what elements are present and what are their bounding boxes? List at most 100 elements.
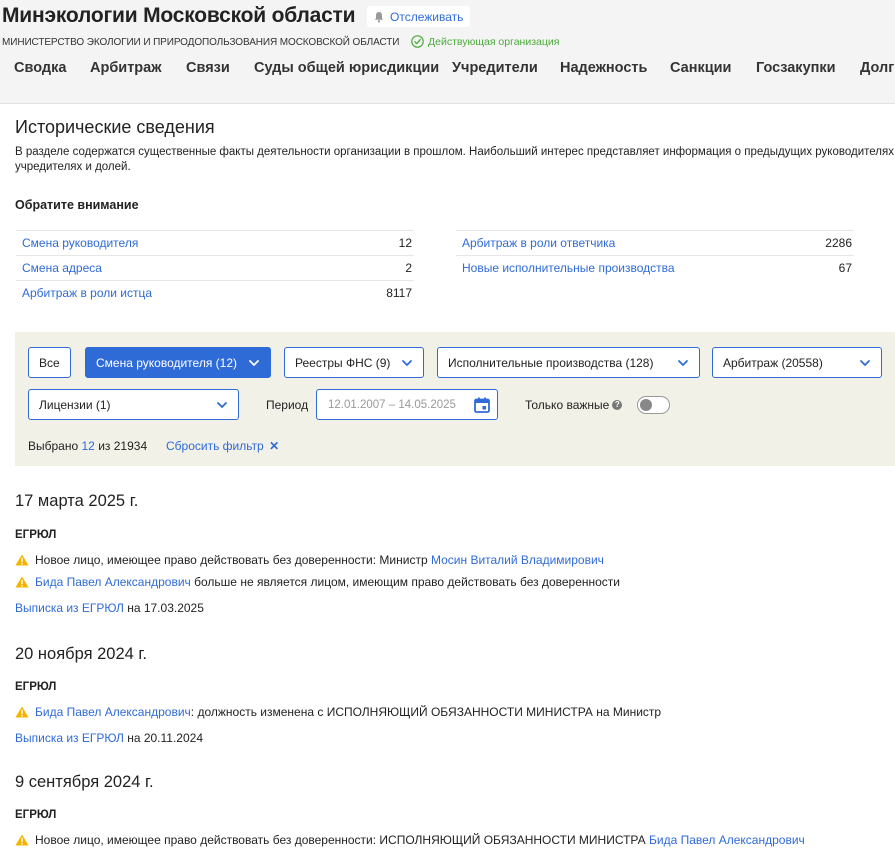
close-icon: ✕ [269, 439, 280, 453]
document-line: Выписка из ЕГРЮЛ на 17.03.2025 [15, 601, 204, 615]
chevron-down-icon [859, 357, 871, 369]
calendar-icon[interactable] [472, 395, 492, 415]
filter-licenses-dropdown[interactable]: Лицензии (1) [28, 389, 239, 420]
bell-icon [374, 11, 384, 22]
event-source: ЕГРЮЛ [15, 529, 57, 541]
check-circle-icon [411, 35, 424, 48]
section-title: Исторические сведения [15, 117, 215, 137]
only-important-toggle[interactable] [637, 396, 670, 414]
only-important-text: Только важные [525, 398, 610, 412]
person-link[interactable]: Мосин Виталий Владимирович [431, 553, 604, 567]
event-date: 20 ноября 2024 г. [15, 645, 147, 663]
warning-icon [15, 706, 29, 718]
attention-title: Обратите внимание [15, 198, 139, 212]
filter-fns-dropdown[interactable]: Реестры ФНС (9) [284, 347, 424, 378]
stat-link-arbitration-defendant[interactable]: Арбитраж в роли ответчика [462, 236, 615, 250]
warning-icon [15, 576, 29, 588]
event-line: Бида Павел Александрович: должность изме… [15, 705, 661, 719]
event-line: Новое лицо, имеющее право действовать бе… [15, 833, 805, 847]
main-content: Исторические сведения В разделе содержат… [2, 104, 895, 850]
stat-value: 8117 [386, 286, 412, 300]
page-title: Минэкологии Московской области [2, 4, 356, 27]
filter-manager-change-dropdown[interactable]: Смена руководителя (12) [85, 347, 271, 378]
period-input[interactable]: 12.01.2007 – 14.05.2025 [316, 389, 498, 420]
filter-label: Реестры ФНС (9) [295, 355, 391, 370]
org-full-name: МИНИСТЕРСТВО ЭКОЛОГИИ И ПРИРОДОПОЛЬЗОВАН… [2, 37, 400, 48]
warning-icon [15, 834, 29, 846]
nav-item-connections[interactable]: Связи [186, 60, 230, 76]
stat-row: Арбитраж в роли ответчика 2286 [456, 230, 854, 255]
nav-item-summary[interactable]: Сводка [14, 60, 66, 76]
filter-label: Арбитраж (20558) [723, 355, 823, 370]
event-date: 9 сентября 2024 г. [15, 773, 154, 791]
event-source: ЕГРЮЛ [15, 681, 57, 693]
selected-count-info: Выбрано 12 из 21934 [28, 439, 147, 453]
selected-count-link[interactable]: 12 [82, 439, 95, 453]
nav-item-reliability[interactable]: Надежность [560, 60, 647, 76]
person-link[interactable]: Бида Павел Александрович [35, 575, 191, 589]
period-placeholder: 12.01.2007 – 14.05.2025 [328, 398, 456, 411]
nav-item-general-courts[interactable]: Суды общей юрисдикции [254, 60, 439, 76]
status-badge: Действующая организация [411, 35, 559, 48]
chevron-down-icon [677, 357, 689, 369]
toggle-knob [640, 399, 652, 411]
document-line: Выписка из ЕГРЮЛ на 20.11.2024 [15, 731, 203, 745]
stat-link-address-change[interactable]: Смена адреса [22, 261, 102, 275]
stats-table-left: Смена руководителя 12 Смена адреса 2 Арб… [16, 230, 414, 305]
egrul-extract-link[interactable]: Выписка из ЕГРЮЛ [15, 731, 124, 745]
nav-item-arbitration[interactable]: Арбитраж [90, 60, 162, 76]
filter-label: Все [39, 355, 60, 370]
nav-item-sanctions[interactable]: Санкции [670, 60, 731, 76]
help-icon[interactable]: ? [612, 400, 623, 410]
stat-row: Смена адреса 2 [16, 255, 414, 280]
event-text: Новое лицо, имеющее право действовать бе… [35, 553, 428, 567]
filter-panel: Все Смена руководителя (12) Реестры ФНС … [15, 332, 895, 466]
stat-row: Новые исполнительные производства 67 [456, 255, 854, 280]
event-text: больше не является лицом, имеющим право … [194, 575, 620, 589]
person-link[interactable]: Бида Павел Александрович [649, 833, 805, 847]
status-label: Действующая организация [428, 35, 560, 48]
stat-value: 2286 [825, 236, 852, 250]
stat-link-enforcement[interactable]: Новые исполнительные производства [462, 261, 675, 275]
nav-item-debts[interactable]: Долги [860, 60, 895, 76]
filter-enforcement-dropdown[interactable]: Исполнительные производства (128) [437, 347, 700, 378]
filter-all-button[interactable]: Все [28, 347, 71, 378]
section-description: В разделе содержатся существенные факты … [15, 146, 895, 173]
nav-item-procurement[interactable]: Госзакупки [756, 60, 836, 76]
stat-value: 67 [838, 261, 852, 275]
chevron-down-icon [216, 399, 228, 411]
document-date: на 20.11.2024 [127, 731, 204, 745]
stats-table-right: Арбитраж в роли ответчика 2286 Новые исп… [456, 230, 854, 280]
stat-value: 12 [398, 236, 412, 250]
only-important-label: Только важные ? [525, 398, 623, 412]
event-line: Бида Павел Александрович больше не являе… [15, 575, 620, 589]
stat-row: Арбитраж в роли истца 8117 [16, 280, 414, 305]
warning-icon [15, 554, 29, 566]
event-date: 17 марта 2025 г. [15, 492, 139, 510]
filter-arbitration-dropdown[interactable]: Арбитраж (20558) [712, 347, 882, 378]
stat-value: 2 [405, 261, 412, 275]
event-source: ЕГРЮЛ [15, 809, 57, 821]
stat-row: Смена руководителя 12 [16, 230, 414, 255]
selected-total: из 21934 [98, 439, 148, 453]
chevron-down-icon [249, 360, 259, 366]
filter-label: Лицензии (1) [39, 397, 111, 412]
event-text: Новое лицо, имеющее право действовать бе… [35, 833, 646, 847]
selected-prefix: Выбрано [28, 439, 79, 453]
page-header: Минэкологии Московской области Отслежива… [0, 0, 895, 104]
chevron-down-icon [401, 357, 413, 369]
event-line: Новое лицо, имеющее право действовать бе… [15, 553, 604, 567]
document-date: на 17.03.2025 [127, 601, 204, 615]
track-button-label: Отслеживать [390, 9, 464, 24]
reset-filter-link[interactable]: Сбросить фильтр ✕ [166, 439, 279, 453]
reset-filter-label: Сбросить фильтр [166, 439, 264, 453]
filter-label: Смена руководителя (12) [96, 355, 237, 370]
period-label: Период [266, 398, 309, 412]
person-link[interactable]: Бида Павел Александрович [35, 705, 191, 719]
filter-label: Исполнительные производства (128) [448, 355, 654, 370]
stat-link-arbitration-plaintiff[interactable]: Арбитраж в роли истца [22, 286, 152, 300]
track-button[interactable]: Отслеживать [367, 6, 471, 27]
nav-item-founders[interactable]: Учредители [452, 60, 538, 76]
stat-link-manager-change[interactable]: Смена руководителя [22, 236, 138, 250]
egrul-extract-link[interactable]: Выписка из ЕГРЮЛ [15, 601, 124, 615]
